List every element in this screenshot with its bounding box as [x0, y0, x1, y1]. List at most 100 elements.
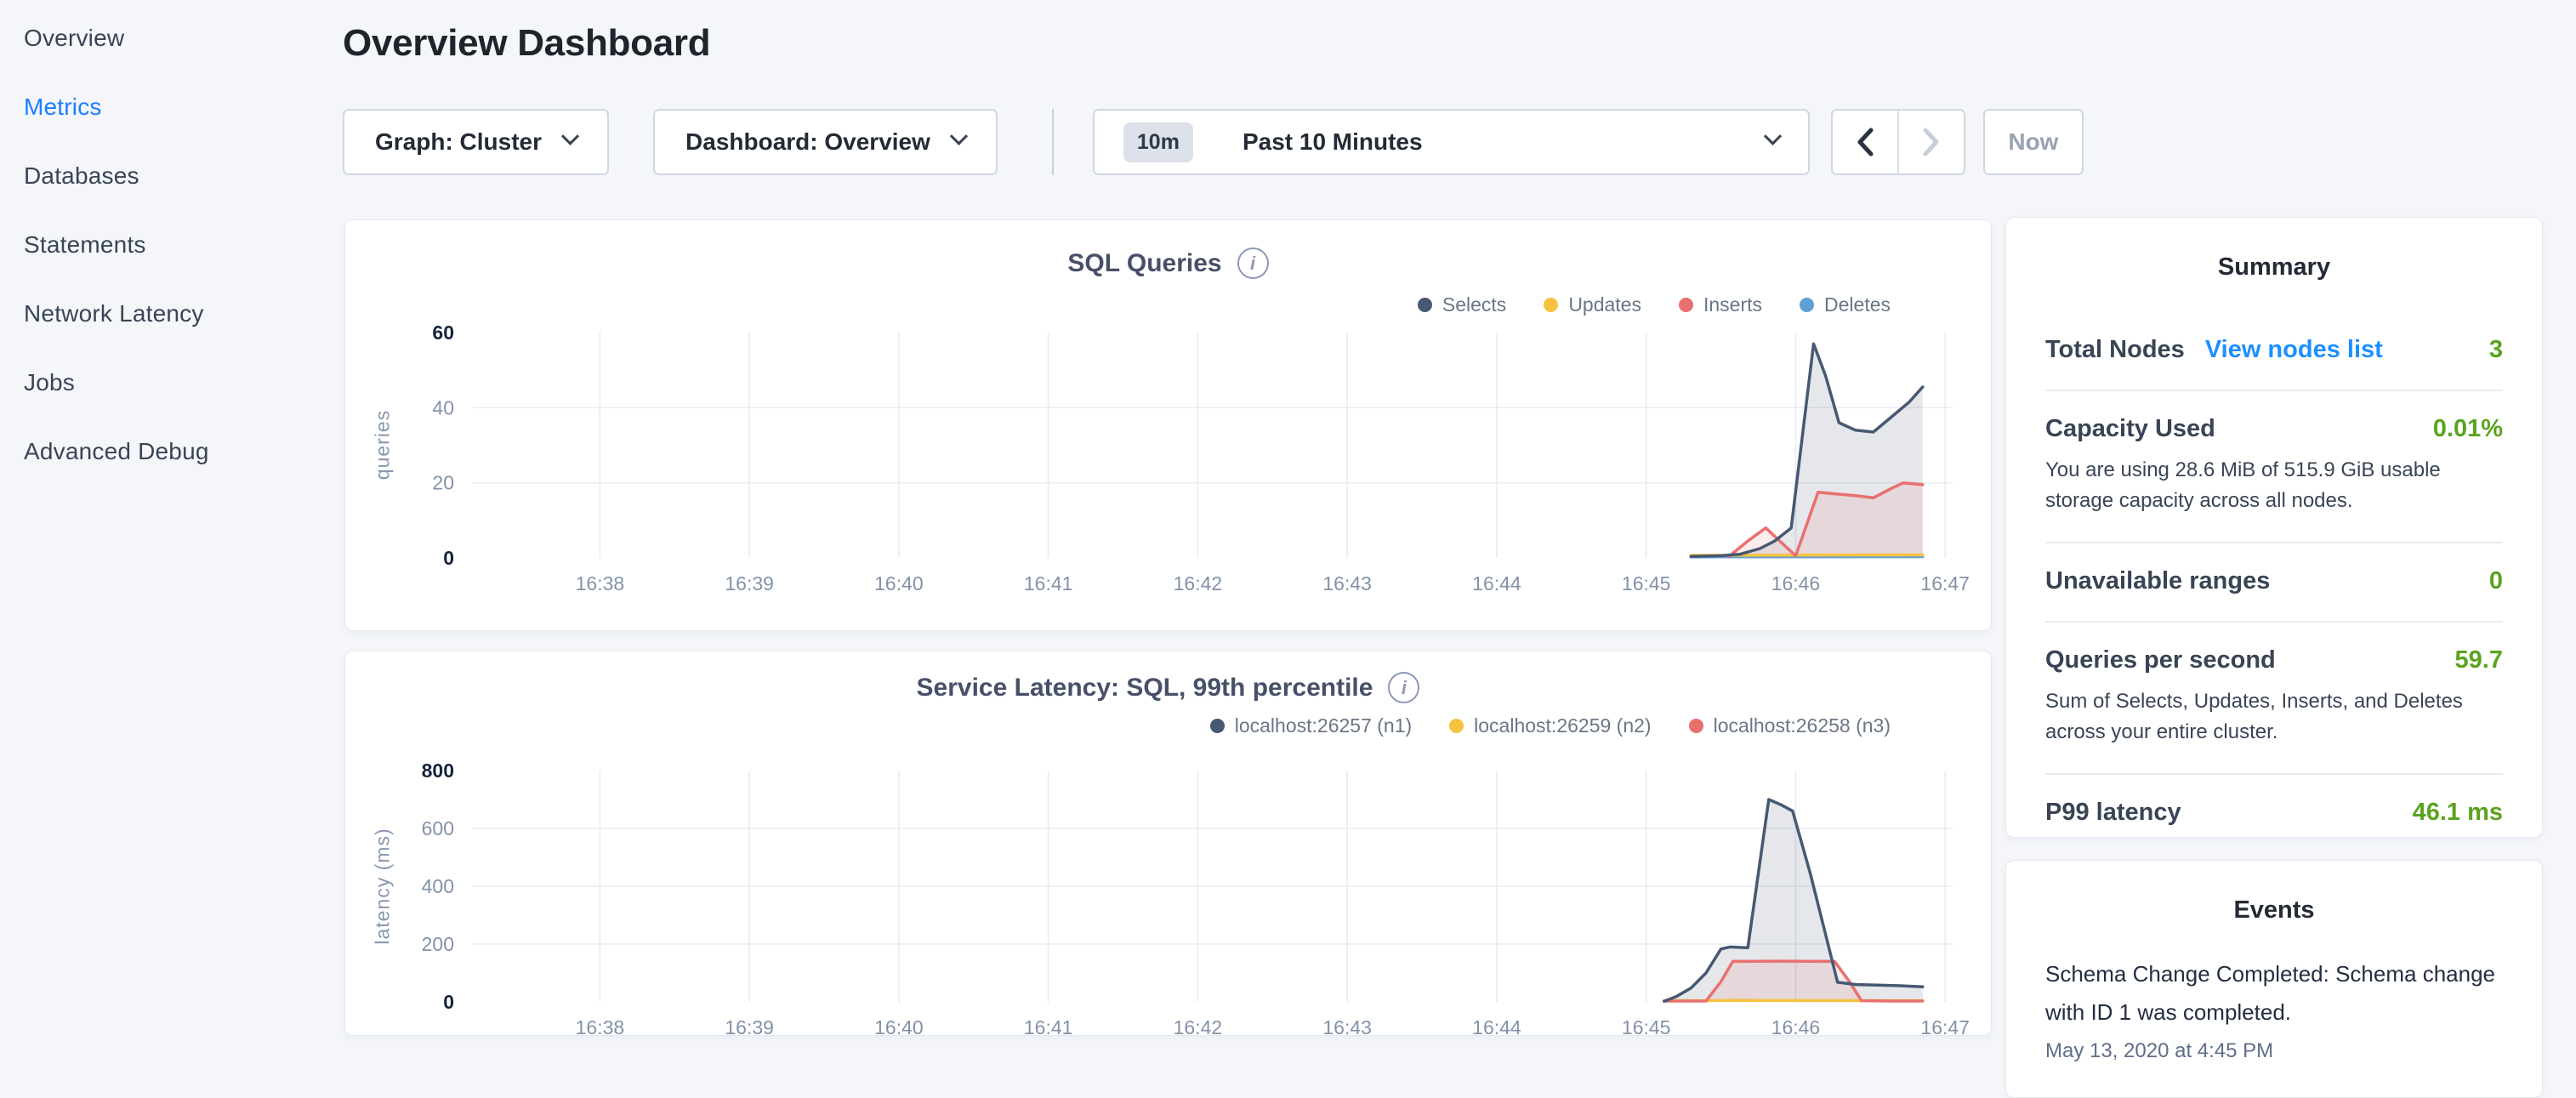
service-latency-chart[interactable]: 16:3816:3916:4016:4116:4216:4316:4416:45…: [392, 760, 1995, 1043]
svg-text:400: 400: [422, 875, 454, 897]
y-axis-label: latency (ms): [372, 828, 395, 944]
sql-queries-card: SQL Queries i Selects Updates Inserts Delet…: [344, 219, 1992, 631]
graph-dropdown[interactable]: Graph: Cluster: [343, 109, 609, 175]
legend-dot-icon: [1418, 298, 1432, 312]
svg-text:16:40: 16:40: [874, 1016, 924, 1038]
sidebar-item-overview[interactable]: Overview: [0, 3, 325, 72]
legend-dot-icon: [1544, 298, 1558, 312]
sidebar-item-statements[interactable]: Statements: [0, 210, 325, 279]
svg-text:16:47: 16:47: [1920, 572, 1970, 595]
graph-dropdown-label: Graph: Cluster: [375, 128, 542, 156]
p99-latency-label: P99 latency: [2045, 799, 2181, 827]
capacity-description: You are using 28.6 MiB of 515.9 GiB usab…: [2045, 455, 2503, 516]
svg-text:0: 0: [443, 991, 454, 1013]
svg-text:16:45: 16:45: [1622, 572, 1671, 595]
svg-text:40: 40: [432, 396, 454, 418]
legend-label: localhost:26257 (n1): [1235, 714, 1412, 737]
divider: [2045, 773, 2503, 775]
legend-item: localhost:26257 (n1): [1210, 714, 1412, 737]
unavailable-ranges-label: Unavailable ranges: [2045, 567, 2270, 595]
legend-item: localhost:26259 (n2): [1449, 714, 1651, 737]
info-icon[interactable]: i: [1237, 247, 1269, 279]
summary-row-total-nodes: Total Nodes View nodes list 3: [2045, 336, 2503, 364]
svg-text:16:38: 16:38: [576, 572, 625, 595]
svg-text:16:47: 16:47: [1920, 1016, 1970, 1038]
svg-text:16:41: 16:41: [1024, 1016, 1073, 1038]
svg-text:16:40: 16:40: [874, 572, 924, 595]
legend-dot-icon: [1449, 719, 1464, 733]
event-message[interactable]: Schema Change Completed: Schema change w…: [2045, 955, 2503, 1031]
dashboard-dropdown[interactable]: Dashboard: Overview: [653, 109, 998, 175]
svg-text:16:45: 16:45: [1622, 1016, 1671, 1038]
legend-label: Deletes: [1824, 293, 1891, 316]
events-list: Schema Change Completed: Schema change w…: [2045, 955, 2503, 1063]
total-nodes-value: 3: [2489, 336, 2503, 364]
chevron-down-icon: [1764, 127, 1782, 145]
svg-text:60: 60: [432, 321, 454, 344]
svg-text:16:42: 16:42: [1174, 1016, 1223, 1038]
divider: [1052, 109, 1054, 175]
page-title: Overview Dashboard: [343, 22, 710, 65]
svg-text:600: 600: [422, 817, 454, 839]
svg-text:16:41: 16:41: [1024, 572, 1073, 595]
legend-dot-icon: [1689, 719, 1703, 733]
svg-text:16:38: 16:38: [576, 1016, 625, 1038]
chart-legend: Selects Updates Inserts Deletes: [1418, 293, 1891, 316]
chevron-left-icon: [1854, 125, 1876, 159]
event-timestamp: May 13, 2020 at 4:45 PM: [2045, 1039, 2503, 1063]
sidebar-item-jobs[interactable]: Jobs: [0, 348, 325, 417]
svg-text:200: 200: [422, 933, 454, 955]
summary-row-p99: P99 latency 46.1 ms: [2045, 799, 2503, 827]
qps-description: Sum of Selects, Updates, Inserts, and De…: [2045, 686, 2503, 748]
sidebar: OverviewMetricsDatabasesStatementsNetwor…: [0, 0, 325, 1051]
legend-item: Updates: [1544, 293, 1641, 316]
summary-title: Summary: [2045, 253, 2503, 282]
prev-time-button[interactable]: [1833, 111, 1897, 174]
time-range-badge: 10m: [1123, 122, 1193, 162]
sidebar-item-metrics[interactable]: Metrics: [0, 72, 325, 141]
time-step-buttons: [1831, 109, 1965, 175]
qps-value: 59.7: [2455, 646, 2503, 674]
summary-row-qps: Queries per second 59.7: [2045, 646, 2503, 674]
legend-label: Selects: [1442, 293, 1506, 316]
p99-latency-value: 46.1 ms: [2413, 799, 2503, 827]
sql-queries-chart[interactable]: 16:3816:3916:4016:4116:4216:4316:4416:45…: [392, 322, 1995, 599]
divider: [2045, 542, 2503, 543]
sidebar-item-databases[interactable]: Databases: [0, 141, 325, 210]
svg-text:16:42: 16:42: [1174, 572, 1223, 595]
time-range-dropdown[interactable]: 10m Past 10 Minutes: [1093, 109, 1810, 175]
divider: [2045, 390, 2503, 391]
svg-text:20: 20: [432, 472, 454, 494]
legend-item: Deletes: [1800, 293, 1891, 316]
controls-bar: Graph: Cluster Dashboard: Overview 10m P…: [343, 109, 2084, 175]
summary-row-unavailable: Unavailable ranges 0: [2045, 567, 2503, 595]
chevron-down-icon: [561, 127, 579, 145]
svg-text:800: 800: [422, 759, 454, 782]
svg-text:16:39: 16:39: [725, 1016, 774, 1038]
legend-label: Updates: [1568, 293, 1641, 316]
dashboard-dropdown-label: Dashboard: Overview: [685, 128, 930, 156]
next-time-button[interactable]: [1897, 111, 1964, 174]
info-icon[interactable]: i: [1388, 672, 1419, 703]
svg-text:16:39: 16:39: [725, 572, 774, 595]
sidebar-item-network-latency[interactable]: Network Latency: [0, 279, 325, 348]
svg-text:16:43: 16:43: [1322, 572, 1372, 595]
now-button[interactable]: Now: [1983, 109, 2084, 175]
legend-label: Inserts: [1703, 293, 1762, 316]
summary-panel: Summary Total Nodes View nodes list 3 Ca…: [2005, 217, 2543, 838]
total-nodes-label: Total Nodes: [2045, 336, 2185, 364]
legend-item: Inserts: [1679, 293, 1762, 316]
chevron-down-icon: [950, 127, 968, 145]
legend-label: localhost:26258 (n3): [1714, 714, 1891, 737]
capacity-label: Capacity Used: [2045, 415, 2215, 443]
service-latency-card: Service Latency: SQL, 99th percentile i …: [344, 651, 1992, 1036]
chart-legend: localhost:26257 (n1) localhost:26259 (n2)…: [1210, 714, 1891, 737]
svg-text:16:46: 16:46: [1771, 572, 1821, 595]
legend-label: localhost:26259 (n2): [1474, 714, 1651, 737]
qps-label: Queries per second: [2045, 646, 2276, 674]
chart-title: SQL Queries: [1067, 249, 1221, 278]
legend-item: Selects: [1418, 293, 1506, 316]
view-nodes-list-link[interactable]: View nodes list: [2205, 336, 2383, 364]
chart-title: Service Latency: SQL, 99th percentile: [917, 674, 1373, 703]
sidebar-item-advanced-debug[interactable]: Advanced Debug: [0, 417, 325, 486]
